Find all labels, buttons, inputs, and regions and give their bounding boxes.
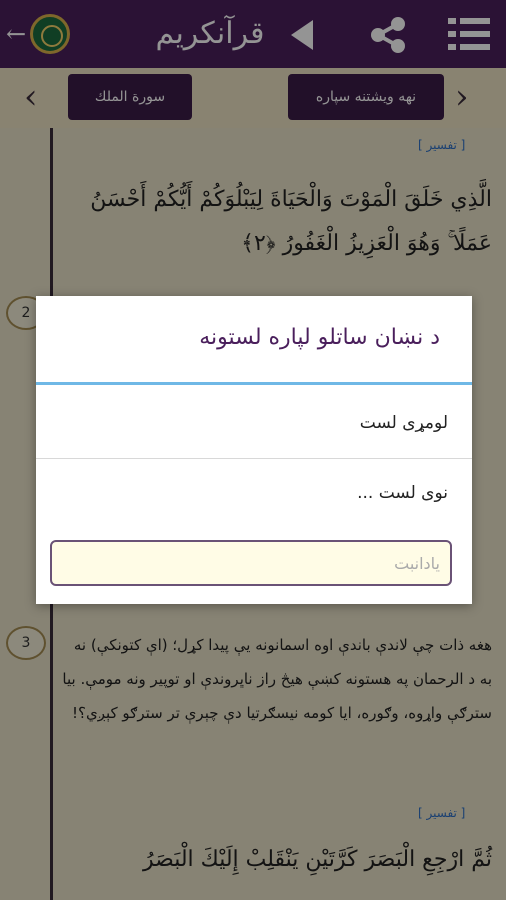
- dialog-divider: [36, 382, 472, 385]
- list-option-label: لومړی لست: [359, 413, 448, 433]
- list-option-new[interactable]: نوی لست ...: [36, 458, 472, 528]
- list-option-first[interactable]: لومړی لست: [36, 388, 472, 459]
- list-option-label: نوی لست ...: [357, 483, 448, 503]
- note-input[interactable]: [50, 540, 452, 586]
- dialog-title: د نښان ساتلو لپاره لستونه: [199, 325, 440, 350]
- bookmark-list-dialog: د نښان ساتلو لپاره لستونه لومړی لست نوی …: [36, 296, 472, 604]
